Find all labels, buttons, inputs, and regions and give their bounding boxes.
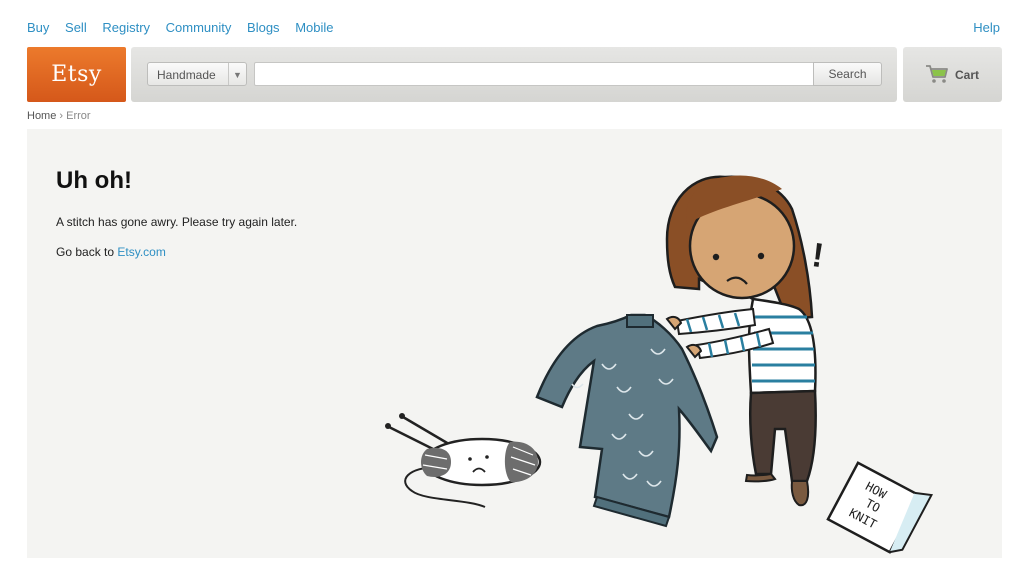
breadcrumb-current: Error	[66, 110, 91, 122]
category-select[interactable]: Handmade ▼	[147, 62, 247, 86]
cart-icon	[926, 65, 948, 83]
nav-registry-link[interactable]: Registry	[102, 20, 150, 35]
breadcrumb-separator: ›	[59, 110, 64, 122]
search-input[interactable]	[254, 62, 814, 86]
search-button[interactable]: Search	[813, 62, 882, 86]
knitting-error-illustration: ! HOW TO KNIT	[385, 175, 934, 554]
exclamation-mark: !	[809, 236, 826, 275]
chevron-down-icon: ▼	[233, 70, 242, 80]
how-to-knit-booklet-icon: HOW TO KNIT	[826, 461, 934, 554]
nav-buy-link[interactable]: Buy	[27, 20, 49, 35]
nav-sell-link[interactable]: Sell	[65, 20, 87, 35]
help-link[interactable]: Help	[973, 20, 1000, 35]
search-bar: Handmade ▼ Search	[131, 47, 897, 102]
etsy-logo[interactable]: Etsy	[27, 47, 126, 102]
girl-character-icon	[665, 175, 817, 507]
logo-text: Etsy	[51, 62, 102, 87]
top-nav: Buy Sell Registry Community Blogs Mobile…	[27, 20, 1000, 38]
cart-label: Cart	[955, 68, 980, 82]
yarn-ball-icon	[404, 437, 542, 508]
nav-mobile-link[interactable]: Mobile	[295, 20, 333, 35]
nav-blogs-link[interactable]: Blogs	[247, 20, 280, 35]
category-divider	[228, 63, 229, 85]
category-selected-label: Handmade	[157, 68, 216, 82]
cart-button[interactable]: Cart	[903, 47, 1002, 102]
nav-community-link[interactable]: Community	[166, 20, 232, 35]
breadcrumb-home-link[interactable]: Home	[27, 110, 56, 122]
breadcrumb: Home › Error	[27, 110, 91, 122]
error-panel: Uh oh! A stitch has gone awry. Please tr…	[27, 129, 1002, 558]
